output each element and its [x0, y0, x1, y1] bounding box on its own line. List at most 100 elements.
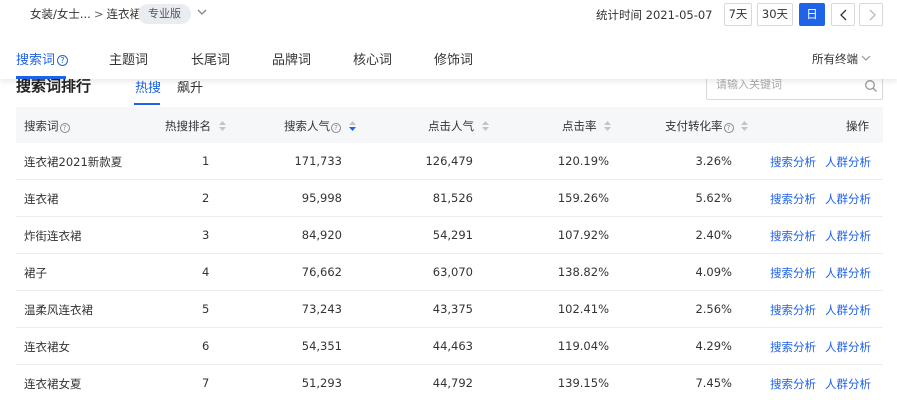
help-icon[interactable]: ?: [57, 55, 69, 66]
cell-conversion: 7.45%: [695, 376, 732, 390]
tab-longtail-words[interactable]: 长尾词: [191, 49, 230, 68]
period-30d-button[interactable]: 30天: [757, 3, 793, 26]
search-analysis-link[interactable]: 搜索分析: [770, 376, 816, 392]
header-conversion-label: 支付转化率: [665, 119, 723, 133]
cell-rank: 2: [202, 191, 210, 205]
breadcrumb: 女装/女士... > 连衣裙: [30, 6, 141, 22]
chevron-left-icon: [840, 9, 847, 21]
cell-keyword[interactable]: 连衣裙女: [24, 339, 70, 355]
header-popularity-label: 搜索人气: [284, 119, 330, 133]
header-conversion[interactable]: 支付转化率?: [665, 118, 749, 134]
table-row: 炸街连衣裙 3 84,920 54,291 107.92% 2.40% 搜索分析 人群分析: [16, 217, 883, 254]
table-header: 搜索词? 热搜排名 搜索人气? 点击人气 点击率 支付转化率? 操作: [16, 107, 883, 143]
cell-keyword[interactable]: 连衣裙: [24, 191, 59, 207]
stat-time: 统计时间 2021-05-07: [596, 8, 713, 22]
header-popularity[interactable]: 搜索人气?: [284, 118, 356, 134]
search-analysis-link[interactable]: 搜索分析: [770, 339, 816, 355]
cell-keyword[interactable]: 连衣裙女夏: [24, 376, 82, 392]
cell-rank: 5: [202, 302, 210, 316]
breadcrumb-category[interactable]: 女装/女士...: [30, 6, 91, 22]
table-row: 连衣裙 2 95,998 81,526 159.26% 5.62% 搜索分析 人群分析: [16, 180, 883, 217]
period-day-button[interactable]: 日: [799, 3, 825, 26]
crowd-analysis-link[interactable]: 人群分析: [825, 154, 871, 170]
crowd-analysis-link[interactable]: 人群分析: [825, 191, 871, 207]
header-ctr-label: 点击率: [562, 119, 597, 133]
search-analysis-link[interactable]: 搜索分析: [770, 265, 816, 281]
cell-clicks: 54,291: [432, 228, 473, 242]
help-icon[interactable]: ?: [59, 123, 70, 133]
table-row: 温柔风连衣裙 5 73,243 43,375 102.41% 2.56% 搜索分析 人群分析: [16, 291, 883, 328]
cell-rank: 6: [202, 339, 210, 353]
edition-badge[interactable]: 专业版: [138, 4, 191, 24]
breadcrumb-current[interactable]: 连衣裙: [106, 6, 141, 22]
cell-ctr: 159.26%: [557, 191, 609, 205]
tab-search-words-label: 搜索词: [16, 53, 56, 68]
search-icon[interactable]: [864, 79, 878, 93]
sub-tab-hot[interactable]: 热搜: [135, 77, 161, 96]
cell-conversion: 4.29%: [695, 339, 732, 353]
crowd-analysis-link[interactable]: 人群分析: [825, 265, 871, 281]
cell-rank: 7: [202, 376, 210, 390]
cell-popularity: 171,733: [294, 154, 342, 168]
table-row: 连衣裙女 6 54,351 44,463 119.04% 4.29% 搜索分析 人群分析: [16, 328, 883, 365]
sort-icon[interactable]: [741, 121, 749, 131]
sub-tab-rising[interactable]: 飙升: [177, 77, 203, 96]
table-row: 连衣裙女夏 7 51,293 44,792 139.15% 7.45% 搜索分析 人群分析: [16, 365, 883, 400]
cell-conversion: 2.56%: [695, 302, 732, 316]
crowd-analysis-link[interactable]: 人群分析: [825, 302, 871, 318]
sort-icon[interactable]: [218, 121, 226, 131]
header-rank[interactable]: 热搜排名: [165, 118, 226, 134]
top-bar: 女装/女士... > 连衣裙 专业版 统计时间 2021-05-07 7天 30…: [0, 0, 897, 30]
cell-clicks: 63,070: [432, 265, 473, 279]
crowd-analysis-link[interactable]: 人群分析: [825, 339, 871, 355]
prev-day-button[interactable]: [831, 3, 855, 26]
cell-rank: 3: [202, 228, 210, 242]
cell-conversion: 5.62%: [695, 191, 732, 205]
chevron-down-icon[interactable]: [196, 6, 208, 18]
tab-brand-words[interactable]: 品牌词: [272, 49, 311, 68]
cell-popularity: 54,351: [301, 339, 342, 353]
cell-keyword[interactable]: 炸街连衣裙: [24, 228, 82, 244]
cell-keyword[interactable]: 裙子: [24, 265, 47, 281]
search-analysis-link[interactable]: 搜索分析: [770, 191, 816, 207]
next-day-button[interactable]: [859, 3, 883, 26]
tab-search-words[interactable]: 搜索词?: [16, 49, 69, 68]
help-icon[interactable]: ?: [723, 123, 734, 133]
help-icon[interactable]: ?: [331, 123, 341, 133]
cell-clicks: 44,792: [432, 376, 473, 390]
keyword-search-input[interactable]: [716, 78, 856, 91]
cell-keyword[interactable]: 温柔风连衣裙: [24, 302, 93, 318]
cell-popularity: 76,662: [301, 265, 342, 279]
chevron-right-icon: [869, 9, 876, 21]
table-row: 裙子 4 76,662 63,070 138.82% 4.09% 搜索分析 人群分析: [16, 254, 883, 291]
header-clicks[interactable]: 点击人气: [428, 118, 489, 134]
table-row: 连衣裙2021新款夏 1 171,733 126,479 120.19% 3.26% 搜索分…: [16, 143, 883, 180]
cell-conversion: 4.09%: [695, 265, 732, 279]
cell-ctr: 139.15%: [557, 376, 609, 390]
sort-icon[interactable]: [481, 121, 489, 131]
cell-ctr: 102.41%: [557, 302, 609, 316]
cell-conversion: 2.40%: [695, 228, 732, 242]
search-analysis-link[interactable]: 搜索分析: [770, 302, 816, 318]
sort-desc-icon[interactable]: [348, 121, 356, 131]
cell-ctr: 120.19%: [557, 154, 609, 168]
word-type-tabs: 搜索词? 主题词 长尾词 品牌词 核心词 修饰词 所有终端: [0, 35, 897, 79]
chevron-down-icon[interactable]: [861, 54, 871, 62]
header-ctr[interactable]: 点击率: [562, 118, 612, 134]
tab-core-words[interactable]: 核心词: [353, 49, 392, 68]
crowd-analysis-link[interactable]: 人群分析: [825, 228, 871, 244]
crowd-analysis-link[interactable]: 人群分析: [825, 376, 871, 392]
tab-modifier-words[interactable]: 修饰词: [434, 49, 473, 68]
terminal-select[interactable]: 所有终端: [812, 51, 858, 67]
cell-popularity: 73,243: [301, 302, 342, 316]
sort-icon[interactable]: [604, 121, 612, 131]
header-rank-label: 热搜排名: [165, 119, 211, 133]
header-clicks-label: 点击人气: [428, 119, 474, 133]
cell-keyword[interactable]: 连衣裙2021新款夏: [24, 154, 122, 170]
period-7d-button[interactable]: 7天: [724, 3, 752, 26]
search-analysis-link[interactable]: 搜索分析: [770, 228, 816, 244]
cell-clicks: 44,463: [432, 339, 473, 353]
cell-clicks: 43,375: [432, 302, 473, 316]
search-analysis-link[interactable]: 搜索分析: [770, 154, 816, 170]
tab-topic-words[interactable]: 主题词: [109, 49, 148, 68]
